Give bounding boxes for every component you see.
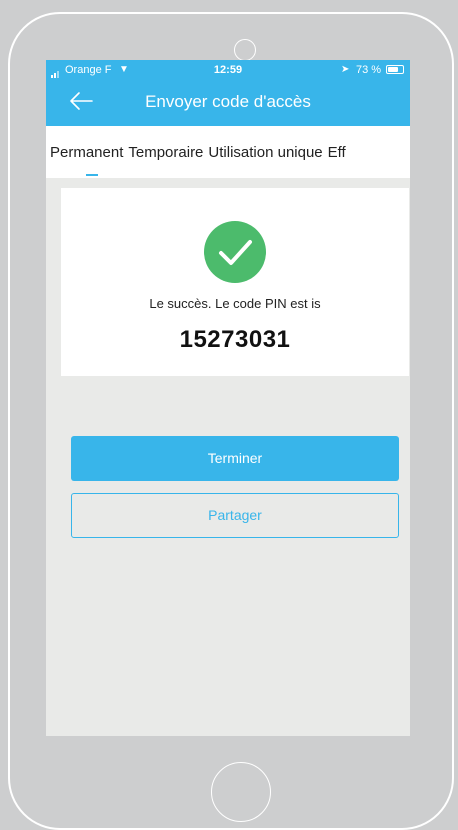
- battery-icon: [386, 65, 404, 74]
- location-icon: ➤: [341, 64, 350, 75]
- home-button[interactable]: [211, 762, 271, 822]
- success-card: Le succès. Le code PIN est is 15273031: [61, 188, 409, 376]
- tab-permanent[interactable]: Permanent: [50, 144, 123, 161]
- tab-bar: Permanent Temporaire Utilisation unique Eff: [46, 126, 410, 178]
- tab-overflow-fade: [388, 126, 410, 178]
- tab-eff[interactable]: Eff: [328, 144, 346, 161]
- page-title: Envoyer code d'accès: [145, 92, 311, 111]
- front-camera: [234, 39, 256, 61]
- success-message: Le succès. Le code PIN est is: [149, 296, 321, 311]
- status-bar: Orange F ▼ 12:59 ➤ 73 %: [46, 60, 410, 80]
- finish-button[interactable]: Terminer: [71, 436, 399, 481]
- app-screen: Orange F ▼ 12:59 ➤ 73 % Envoyer code d'a…: [46, 60, 410, 736]
- share-button[interactable]: Partager: [71, 493, 399, 538]
- tab-temporaire[interactable]: Temporaire: [128, 144, 203, 161]
- battery-percent: 73 %: [356, 64, 382, 76]
- pin-code: 15273031: [179, 326, 291, 353]
- tab-utilisation-unique[interactable]: Utilisation unique: [208, 144, 322, 161]
- active-tab-indicator: [86, 174, 98, 176]
- app-header: Orange F ▼ 12:59 ➤ 73 % Envoyer code d'a…: [46, 60, 410, 126]
- check-circle-icon: [204, 221, 266, 283]
